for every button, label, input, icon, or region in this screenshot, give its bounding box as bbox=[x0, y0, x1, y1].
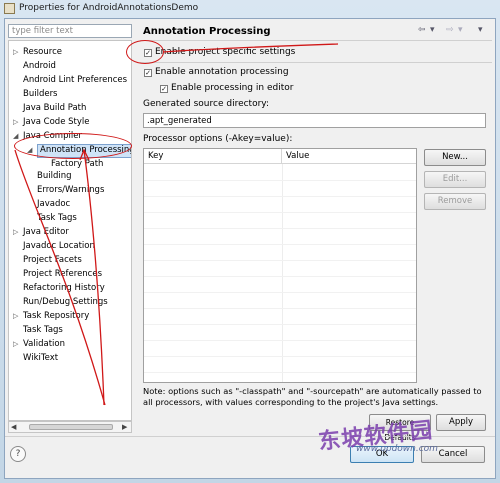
watermark-url: www.opdown.com bbox=[356, 444, 438, 454]
annotation-arrows bbox=[14, 43, 339, 406]
